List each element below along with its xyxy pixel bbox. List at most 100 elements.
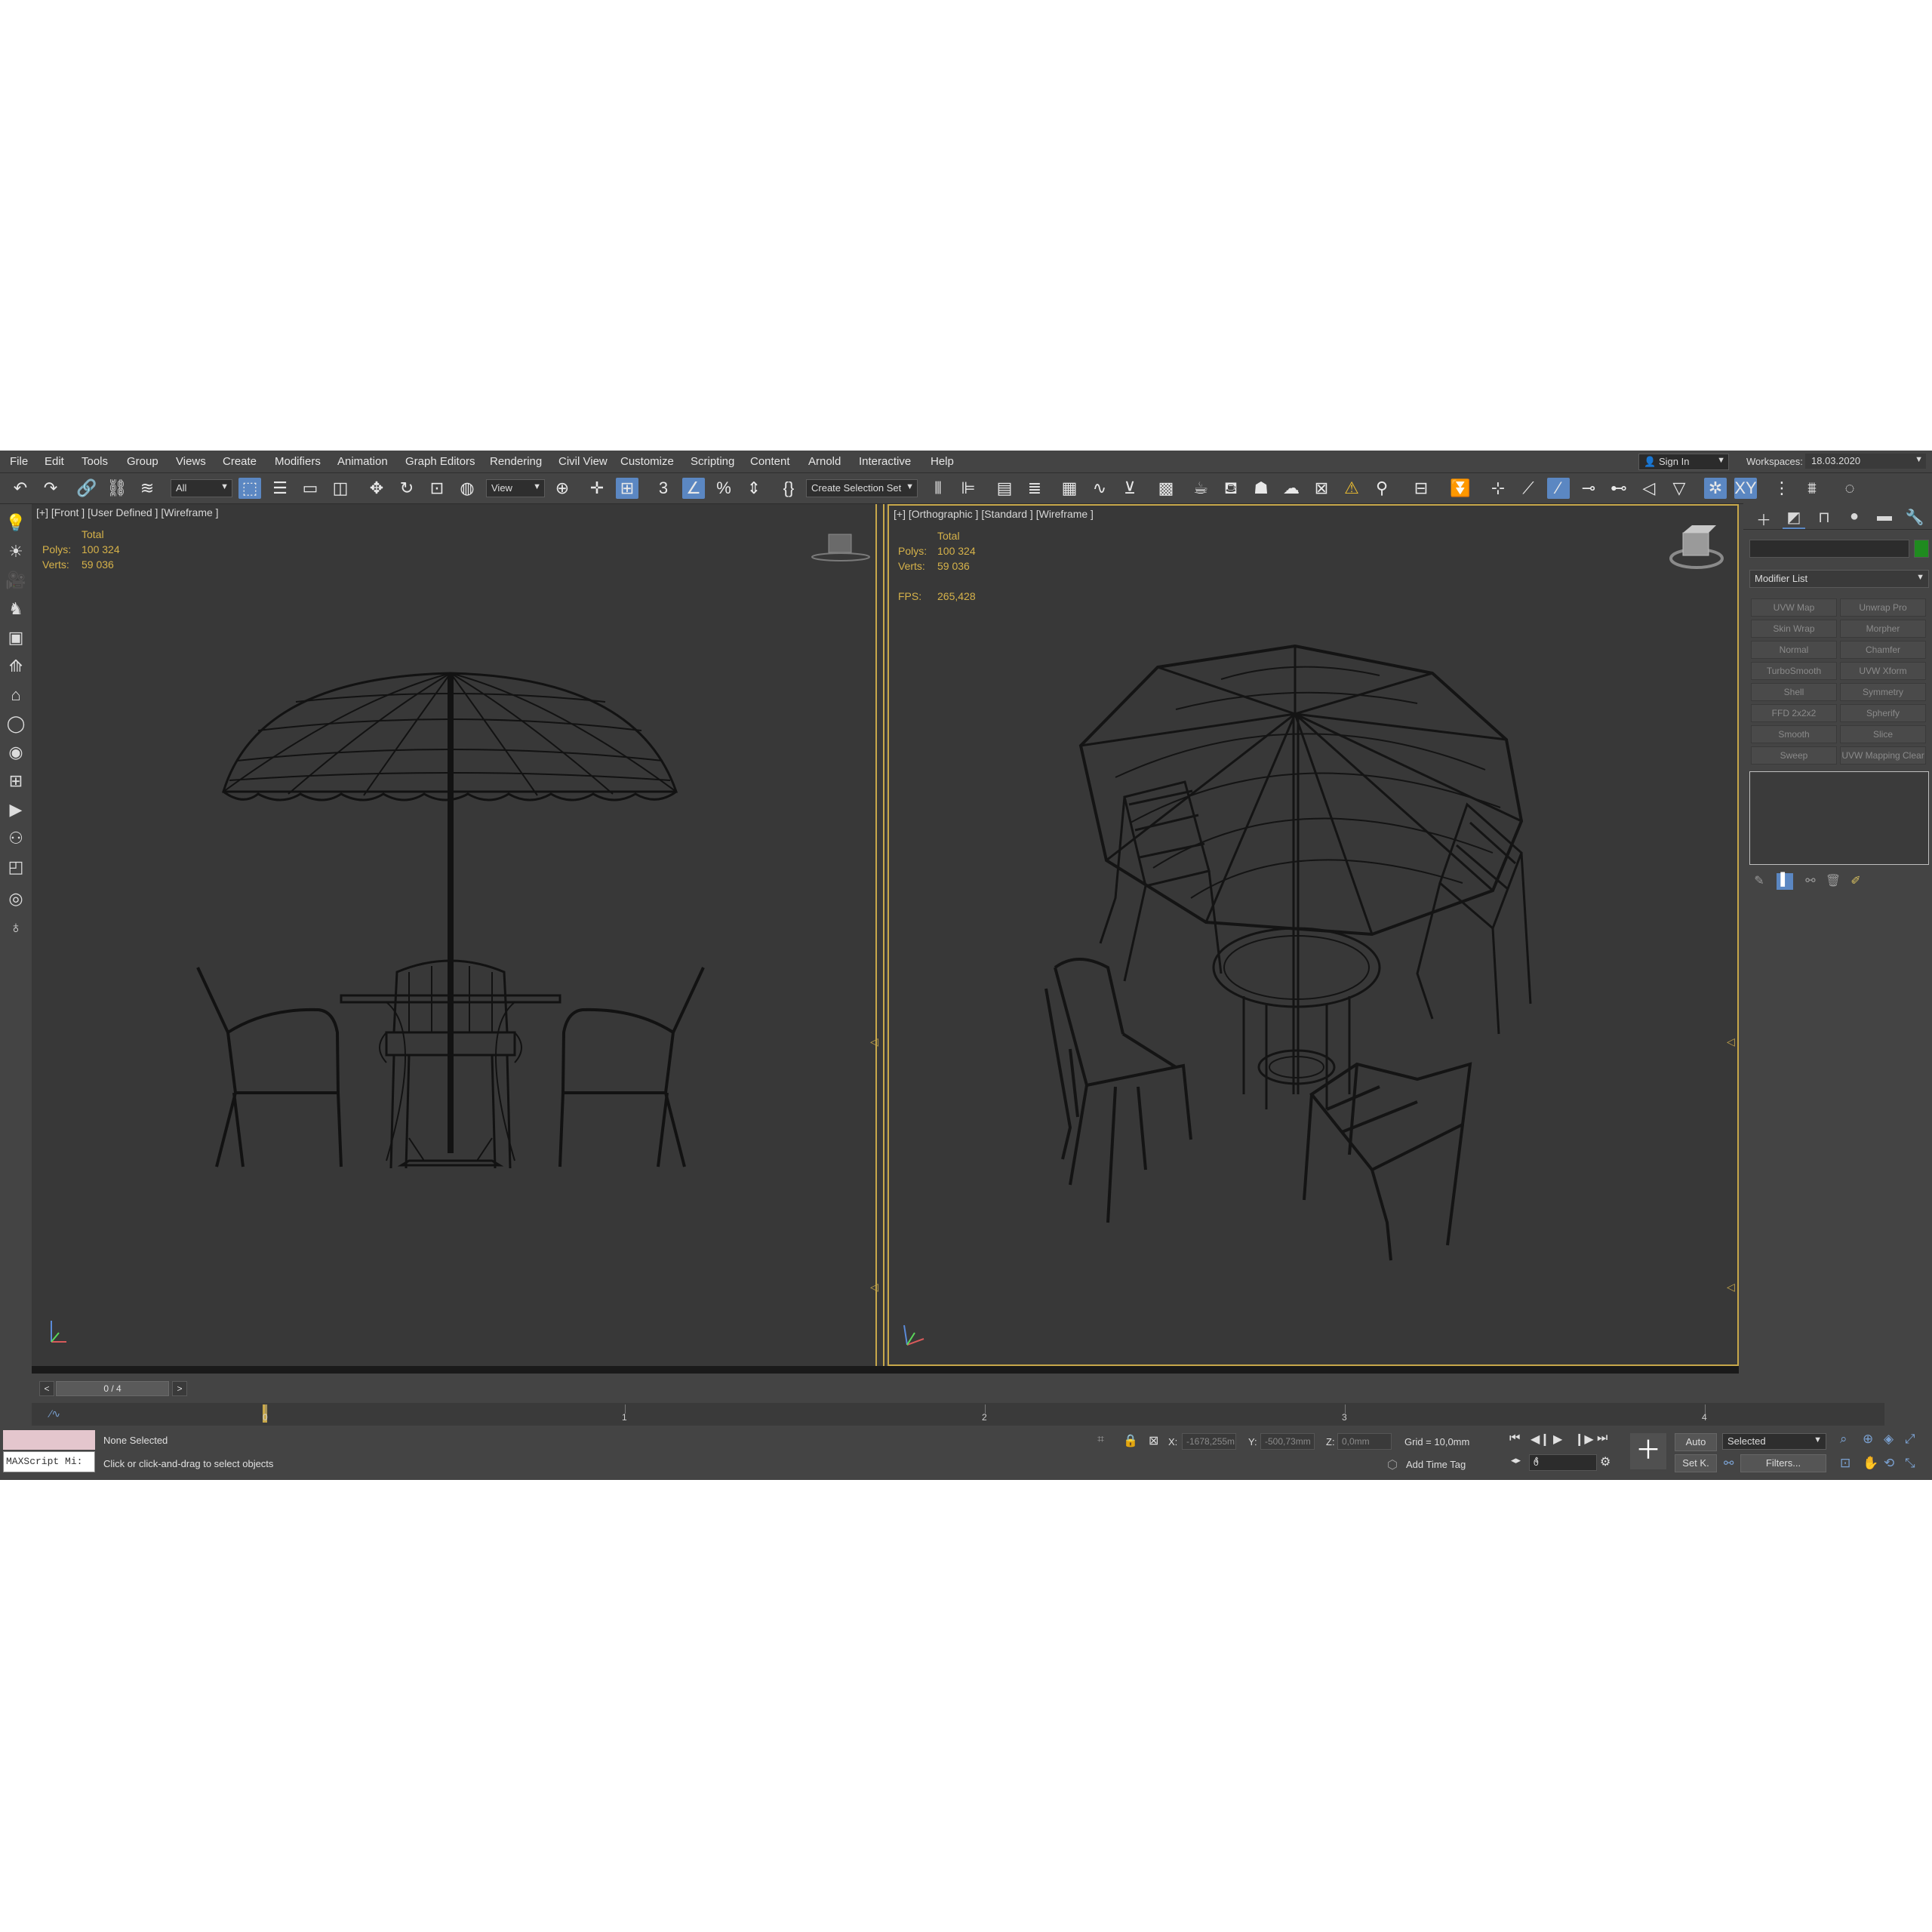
track-bar[interactable]: ⁄∿ 0 1 2 3 4 [32,1403,1884,1426]
menu-tools[interactable]: Tools [82,455,108,468]
absolute-mode-icon[interactable]: ⊠ [1149,1433,1158,1448]
group-icon[interactable]: ⚇ [5,827,27,850]
window-crossing-icon[interactable]: ◫ [329,478,352,499]
modifier-skin-wrap-button[interactable]: Skin Wrap [1751,620,1837,638]
menu-rendering[interactable]: Rendering [490,455,542,468]
object-color-swatch[interactable] [1914,540,1929,558]
snap-vertex-icon[interactable]: ⟋ [1517,478,1540,499]
redo-icon[interactable]: ↷ [39,478,62,499]
array-icon[interactable]: ⋮ [1770,478,1793,499]
show-end-result-icon[interactable]: ▌ [1777,873,1793,890]
zoom-all-icon[interactable]: ⊕ [1863,1432,1873,1447]
maxscript-input[interactable]: MAXScript Mi: [3,1451,95,1472]
modifier-smooth-button[interactable]: Smooth [1751,725,1837,743]
maximize-viewport-icon[interactable]: ⤡ [1905,1456,1915,1471]
object-name-input[interactable] [1749,540,1909,558]
maxscript-listener[interactable]: MAXScript Mi: [3,1430,95,1472]
modifier-morpher-button[interactable]: Morpher [1840,620,1926,638]
tree-icon[interactable]: ⟰ [5,655,27,678]
axis-constraint-icon[interactable]: ✲ [1704,478,1727,499]
menu-views[interactable]: Views [176,455,206,468]
undo-icon[interactable]: ↶ [9,478,32,499]
current-frame-spinner[interactable]: 0 ⇕ [1529,1454,1597,1471]
rendered-frame-window-icon[interactable]: ⛾ [1220,478,1242,499]
toggle-ribbon-icon[interactable]: ▦ [1058,478,1081,499]
rectangular-selection-icon[interactable]: ▭ [299,478,321,499]
snap-pivot-icon[interactable]: ▽ [1668,478,1690,499]
percent-snap-icon[interactable]: % [712,478,735,499]
render-in-cloud-icon[interactable]: ☁ [1280,478,1303,499]
move-icon[interactable]: ✥ [365,478,388,499]
mirror-icon[interactable]: ⫴ [927,478,949,499]
expand-toolbar-icon[interactable]: ⏬ [1449,478,1472,499]
modifier-chamfer-button[interactable]: Chamfer [1840,641,1926,659]
display-tab-icon[interactable]: ▬ [1873,508,1896,528]
pin-stack-icon[interactable]: ✎ [1751,873,1767,890]
viewport-splitter[interactable] [875,504,884,1372]
modifier-unwrap-pro-button[interactable]: Unwrap Pro [1840,598,1926,617]
time-slider-next-button[interactable]: > [172,1381,187,1396]
light-bulb-icon[interactable]: 💡 [5,512,27,534]
time-slider[interactable]: < 0 / 4 > [32,1380,1743,1396]
edit-named-selection-icon[interactable]: {} [777,478,800,499]
spinner-snap-icon[interactable]: ⇕ [743,478,765,499]
orthographic-viewport[interactable]: [+] [Orthographic ] [Standard ] [Wirefra… [888,504,1739,1366]
keyboard-shortcut-override-icon[interactable]: ⊞ [616,478,638,499]
layer-explorer-icon[interactable]: ≣ [1023,478,1046,499]
pan-view-icon[interactable]: ✋ [1863,1456,1878,1471]
selection-lock-icon[interactable]: 🔒 [1123,1433,1138,1448]
render-setup-icon[interactable]: ☕ [1189,478,1212,499]
globe-icon[interactable]: ◯ [5,712,27,735]
auto-key-button[interactable]: Auto [1675,1433,1717,1451]
angle-snap-icon[interactable]: ∠ [682,478,705,499]
remove-modifier-icon[interactable]: 🗑 [1825,873,1841,890]
curve-editor-mini-icon[interactable]: ⁄∿ [50,1407,60,1420]
modifier-ffd-button[interactable]: FFD 2x2x2 [1751,704,1837,722]
link-icon[interactable]: 🔗 [75,478,98,499]
key-filters-button[interactable]: Filters... [1740,1454,1826,1472]
material-editor-icon[interactable]: ▩ [1155,478,1177,499]
snap-grid-icon[interactable]: ⊹ [1487,478,1509,499]
menu-arnold[interactable]: Arnold [808,455,841,468]
modifier-list-dropdown[interactable]: Modifier List ▼ [1749,570,1929,588]
modifier-shell-button[interactable]: Shell [1751,683,1837,701]
select-by-name-icon[interactable]: ☰ [269,478,291,499]
y-coord-field[interactable]: -500,73mm [1260,1433,1315,1450]
unlink-icon[interactable]: ⛓ [106,478,128,499]
render-frame-icon[interactable]: ▶ [5,798,27,821]
scale-icon[interactable]: ⊡ [426,478,448,499]
rotate-icon[interactable]: ↻ [395,478,418,499]
motion-tab-icon[interactable]: ● [1843,508,1866,528]
modifier-turbosmooth-button[interactable]: TurboSmooth [1751,662,1837,680]
place-icon[interactable]: ◍ [456,478,478,499]
zoom-extents-all-icon[interactable]: ⤢ [1905,1432,1915,1447]
render-production-icon[interactable]: ☗ [1250,478,1272,499]
orbit-icon[interactable]: ⟲ [1884,1456,1894,1471]
camera-icon[interactable]: 🎥 [5,569,27,592]
transform-icon[interactable]: ⊞ [5,770,27,792]
configure-modifier-sets-icon[interactable]: ✐ [1847,873,1864,890]
menu-file[interactable]: File [10,455,28,468]
bind-space-warp-icon[interactable]: ≋ [136,478,158,499]
menu-civil-view[interactable]: Civil View [558,455,608,468]
modifier-normal-button[interactable]: Normal [1751,641,1837,659]
menu-modifiers[interactable]: Modifiers [275,455,321,468]
eye-icon[interactable]: ◎ [5,888,27,910]
create-tab-icon[interactable]: ＋ [1752,508,1775,529]
sign-in-dropdown[interactable]: 👤 Sign In ▼ [1638,454,1729,470]
workspace-dropdown[interactable]: 18.03.2020 ▼ [1805,454,1926,469]
bulb-outline-icon[interactable]: ♁ [5,916,27,939]
menu-content[interactable]: Content [750,455,790,468]
select-manipulate-icon[interactable]: ✛ [586,478,608,499]
snap-edge-icon[interactable]: ⊷ [1607,478,1630,499]
next-frame-icon[interactable]: ❙▶ [1574,1432,1594,1447]
modifier-spherify-button[interactable]: Spherify [1840,704,1926,722]
menu-create[interactable]: Create [223,455,257,468]
modifier-uvw-mapping-clear-button[interactable]: UVW Mapping Clear [1840,746,1926,764]
set-key-big-button[interactable]: ＋ [1630,1433,1666,1469]
go-to-end-icon[interactable]: ⏭ [1597,1432,1607,1445]
reference-coordinate-dropdown[interactable]: View ▼ [486,479,545,497]
menu-help[interactable]: Help [931,455,954,468]
menu-edit[interactable]: Edit [45,455,64,468]
modifier-stack-list[interactable] [1749,771,1929,865]
